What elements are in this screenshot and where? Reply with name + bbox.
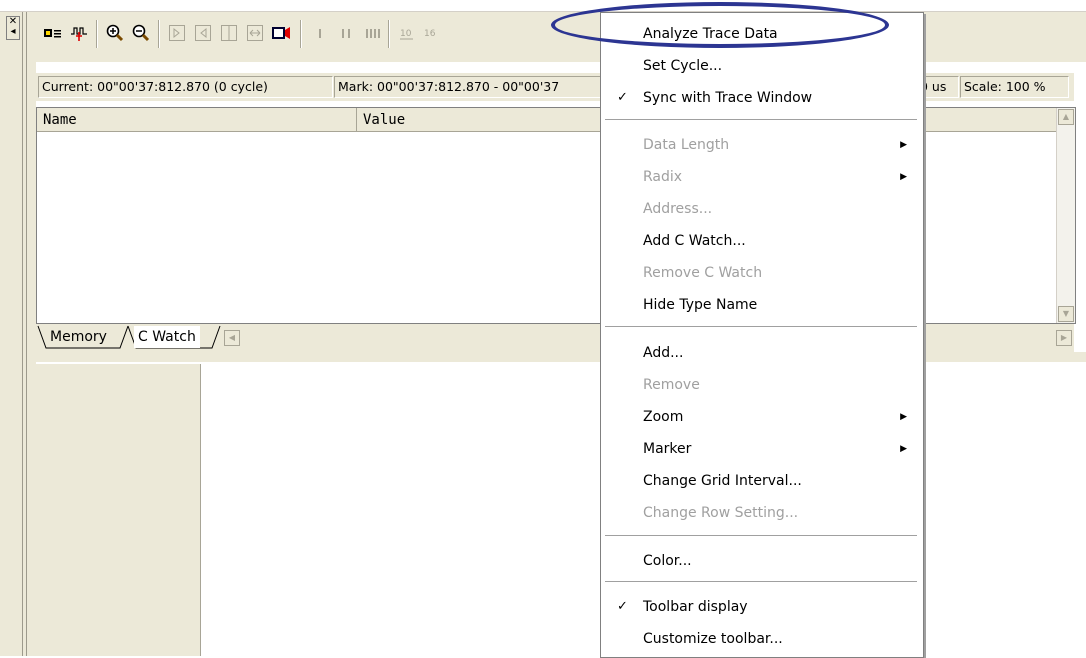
submenu-arrow-icon: ▶ xyxy=(900,444,907,454)
menu-separator xyxy=(605,535,917,537)
zoom-in-icon[interactable] xyxy=(104,22,126,44)
menu-item-zoom[interactable]: Zoom ▶ xyxy=(601,402,921,432)
submenu-arrow-icon: ▶ xyxy=(900,140,907,150)
frame-line xyxy=(26,12,27,656)
vertical-scrollbar[interactable]: ▲ ▼ xyxy=(1056,108,1075,323)
check-icon: ✓ xyxy=(617,599,628,614)
menu-item-add[interactable]: Add... xyxy=(601,338,921,368)
tab-scroll-left-icon[interactable]: ◀ xyxy=(224,330,240,346)
tab-c-watch[interactable]: C Watch xyxy=(134,326,200,348)
menu-item-remove[interactable]: Remove xyxy=(601,370,921,400)
menu-item-color[interactable]: Color... xyxy=(601,546,921,576)
menu-item-set-cycle[interactable]: Set Cycle... xyxy=(601,51,921,81)
window-left-frame xyxy=(0,12,36,656)
menu-item-toolbar-display[interactable]: ✓ Toolbar display xyxy=(601,592,921,622)
menu-item-change-grid-interval[interactable]: Change Grid Interval... xyxy=(601,466,921,496)
bar-quad-icon[interactable] xyxy=(362,22,384,44)
svg-text:16: 16 xyxy=(424,29,436,39)
goto-end-icon[interactable] xyxy=(192,22,214,44)
submenu-arrow-icon: ▶ xyxy=(900,412,907,422)
menu-item-change-row-setting[interactable]: Change Row Setting... xyxy=(601,498,921,528)
scroll-right-icon[interactable]: ▶ xyxy=(1056,330,1072,346)
current-time-readout: Current: 00"00'37:812.870 (0 cycle) xyxy=(38,76,333,98)
fit-width-icon[interactable] xyxy=(244,22,266,44)
scroll-down-icon[interactable]: ▼ xyxy=(1058,306,1074,322)
menu-item-marker[interactable]: Marker ▶ xyxy=(601,434,921,464)
menu-item-address[interactable]: Address... xyxy=(601,194,921,224)
window-top-edge xyxy=(0,0,1086,12)
mark-range-readout: Mark: 00"00'37:812.870 - 00"00'37 xyxy=(334,76,601,98)
scroll-up-icon[interactable]: ▲ xyxy=(1058,109,1074,125)
menu-item-sync-trace-window[interactable]: ✓ Sync with Trace Window xyxy=(601,83,921,113)
highlight-ellipse xyxy=(551,2,889,48)
split-view-icon[interactable] xyxy=(218,22,240,44)
svg-text:10: 10 xyxy=(400,29,412,39)
menu-item-add-c-watch[interactable]: Add C Watch... xyxy=(601,226,921,256)
menu-item-remove-c-watch[interactable]: Remove C Watch xyxy=(601,258,921,288)
close-dock-icon[interactable]: ✕ ◂ xyxy=(6,16,20,40)
menu-item-radix[interactable]: Radix ▶ xyxy=(601,162,921,192)
record-marker-icon[interactable] xyxy=(270,22,292,44)
zoom-out-icon[interactable] xyxy=(130,22,152,44)
frame-line xyxy=(22,12,23,656)
column-header-name[interactable]: Name xyxy=(37,108,357,132)
tab-memory[interactable]: Memory xyxy=(46,326,111,348)
waveform-panel xyxy=(36,362,1086,656)
radix-10-icon[interactable]: 10 xyxy=(396,22,418,44)
radix-16-icon[interactable]: 16 xyxy=(420,22,442,44)
context-menu: Analyze Trace Data Set Cycle... ✓ Sync wi… xyxy=(600,12,924,658)
submenu-arrow-icon: ▶ xyxy=(900,172,907,182)
waveform-cursor-icon[interactable] xyxy=(68,22,90,44)
goto-start-icon[interactable] xyxy=(166,22,188,44)
check-icon: ✓ xyxy=(617,90,628,105)
menu-separator xyxy=(605,119,917,121)
scale-readout: Scale: 100 % xyxy=(960,76,1069,98)
menu-item-data-length[interactable]: Data Length ▶ xyxy=(601,130,921,160)
bar-single-icon[interactable] xyxy=(310,22,332,44)
bar-double-icon[interactable] xyxy=(336,22,358,44)
menu-separator xyxy=(605,581,917,583)
menu-item-customize-toolbar[interactable]: Customize toolbar... xyxy=(601,624,921,654)
menu-separator xyxy=(605,326,917,328)
chip-icon[interactable] xyxy=(42,22,64,44)
menu-item-hide-type-name[interactable]: Hide Type Name xyxy=(601,290,921,320)
signal-name-column xyxy=(36,364,201,656)
